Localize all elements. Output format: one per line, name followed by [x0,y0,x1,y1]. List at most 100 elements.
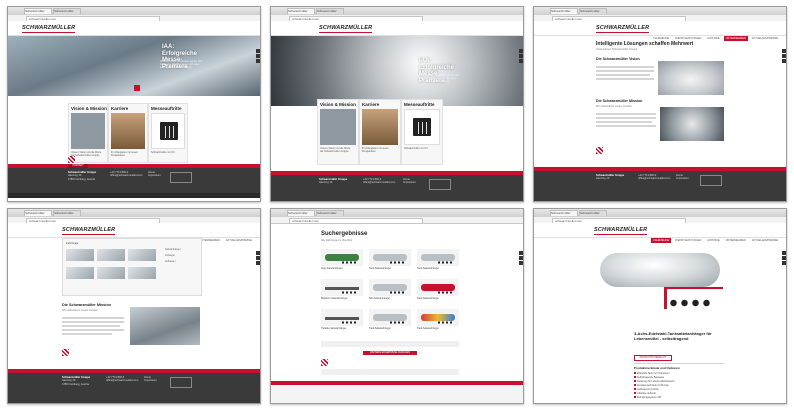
browser-tab[interactable]: Schwarzmüller [579,210,607,216]
result-label: Tank-Sattelanhänger [417,327,440,330]
tile-vision[interactable]: Vision & Mission Unsere Vision und die W… [68,103,108,163]
trailer-thumb[interactable] [97,249,125,261]
nav-aktuelles[interactable]: Aktuelles/Presse [750,36,780,41]
decor-stripe [62,349,69,356]
datasheet-button[interactable]: PRODUKTDATENBLATT [634,355,672,361]
side-share-icons[interactable] [256,49,260,64]
result-card[interactable]: Tank-Sattelanhänger [417,249,459,275]
page-title: Suchergebnisse [321,231,368,237]
hero-text: Schwarzmüller präsentiert auf der IAA za… [160,60,202,69]
menu-item[interactable]: Sattelanhänger [165,249,181,251]
schwarzmueller-logo[interactable]: SCHWARZMÜLLER [62,227,116,235]
hall-image [130,307,200,345]
nav-aktuelles[interactable]: Aktuelles/Presse [750,238,780,243]
wheel-image [71,113,105,149]
result-label: Plattform-Sattelanhänger [321,297,348,300]
trailer-thumb[interactable] [66,249,94,261]
menu-section-title: Fahrzeuge [66,242,79,245]
browser-window-product: Schwarzmüller Schwarzmüller schwarzmuelle… [533,208,787,404]
browser-tab[interactable]: Schwarzmüller [550,8,578,14]
footer: Schwarzmüller Gruppe Hanning 10 4785 Frein… [8,373,260,403]
result-label: Tank-Sattelanhänger [369,267,392,270]
result-card[interactable]: Tieflade-Sattelanhänger [321,309,363,335]
feature-item: Reinigungssystem CIP [634,396,661,399]
nav-unternehmen[interactable]: Unternehmen [723,36,748,41]
footer-email[interactable]: office@schwarzmueller.com [638,177,670,180]
tile-text: Schwarzmüller vor Ort [404,147,428,150]
side-share-icons[interactable] [519,49,523,64]
footer-address: Hanning 10 [319,181,333,185]
footer-address: Hanning 10 [596,177,610,181]
calendar-icon [151,113,185,149]
tank-trailer-image [594,243,726,323]
browser-tab[interactable]: Schwarzmüller [579,8,607,14]
result-label: Tank-Sattelanhänger [369,327,392,330]
wheel-image [320,109,356,145]
result-card[interactable]: Plattform-Sattelanhänger [321,279,363,305]
menu-item[interactable]: Aufbauten [165,261,175,263]
schwarzmueller-logo[interactable]: SCHWARZMÜLLER [22,25,76,33]
tile-text: Ihr Arbeitgeber mit neuen Perspektiven [111,151,138,157]
person-image [362,109,398,145]
browser-tab[interactable]: Schwarzmüller [287,8,315,14]
footer [271,385,523,403]
browser-tab[interactable]: Schwarzmüller [316,8,344,14]
trailer-thumb[interactable] [66,267,94,279]
more-results-button[interactable]: WEITERE ERGEBNISSE ANZEIGEN [363,351,417,355]
hero-text: Schwarzmüller präsentiert auf der IAA za… [417,74,459,83]
tile-title: Karriere [362,102,380,107]
tile-karriere[interactable]: Karriere Ihr Arbeitgeber mit neuen Persp… [359,99,401,165]
trailer-thumb[interactable] [128,267,156,279]
browser-tab[interactable]: Schwarzmüller [316,210,344,216]
tile-vision[interactable]: Vision & Mission Unsere Vision und die W… [317,99,359,165]
browser-tab[interactable]: Schwarzmüller [53,210,81,216]
trailer-thumb[interactable] [97,267,125,279]
result-card[interactable]: Tank-Sattelanhänger [369,309,411,335]
browser-tab[interactable]: Schwarzmüller [287,210,315,216]
result-card[interactable]: Tank-Sattelanhänger [417,309,459,335]
trailer-thumb[interactable] [128,249,156,261]
schwarzmueller-logo[interactable]: SCHWARZMÜLLER [594,227,648,235]
footer-link[interactable]: Impressum [403,181,416,184]
result-card[interactable]: Silo-Sattelanhänger [369,279,411,305]
menu-item[interactable]: Anhänger [165,255,175,257]
nav-historie[interactable]: Historie [705,36,721,41]
footer-link[interactable]: Impressum [676,177,689,180]
section-title: Produktmerkmale und Optionen [634,366,680,370]
schwarzmueller-logo[interactable]: SCHWARZMÜLLER [319,25,373,33]
decor-stripe [68,156,75,163]
side-share-icons[interactable] [782,251,786,266]
browser-tab[interactable]: Schwarzmüller [550,210,578,216]
wheel-image [658,61,724,95]
tile-messe[interactable]: Messeauftritte Schwarzmüller vor Ort [148,103,188,163]
footer-email[interactable]: office@schwarzmueller.com [106,379,138,382]
schwarzmueller-logo[interactable]: SCHWARZMÜLLER [596,25,650,33]
tile-title: Vision & Mission [320,102,356,107]
footer-link[interactable]: Impressum [148,174,161,177]
result-card[interactable]: Kipp-Sattelanhänger [321,249,363,275]
browser-tab[interactable]: Schwarzmüller [53,8,81,14]
result-card[interactable]: Tank-Sattelanhänger [417,279,459,305]
feature-item: Selbsttragende Bauweise [634,376,664,379]
side-share-icons[interactable] [256,251,260,266]
page-subtitle: Unternehmen Schwarzmüller Gruppe [596,48,638,51]
footer-email[interactable]: office@schwarzmueller.com [110,174,142,177]
browser-window-unternehmen: Schwarzmüller Schwarzmüller schwarzmuelle… [533,6,787,202]
browser-tab[interactable]: Schwarzmüller [24,8,52,14]
section-title: Die Schwarzmüller Mission [596,99,643,103]
result-card[interactable]: Tank-Sattelanhänger [369,249,411,275]
feature-item: Isolierung für Lebensmitteltransport [634,380,674,383]
side-share-icons[interactable] [782,49,786,64]
nav-aktuelles[interactable]: Aktuelles/Presse [224,238,254,243]
tile-karriere[interactable]: Karriere Ihr Arbeitgeber mit neuen Persp… [108,103,148,163]
footer-email[interactable]: office@schwarzmueller.com [363,181,395,184]
page-subtitle: Alle Fahrzeuge im Überblick [321,239,353,242]
tile-title: Messeauftritte [404,102,435,107]
nav-unternehmen[interactable]: Unternehmen [724,238,748,243]
footer-link[interactable]: Impressum [144,379,157,382]
side-share-icons[interactable] [519,251,523,266]
hero-arrow-button[interactable] [134,85,140,91]
browser-tab[interactable]: Schwarzmüller [24,210,52,216]
tile-messe[interactable]: Messeauftritte Schwarzmüller vor Ort [401,99,443,165]
product-title: 3-Achs-Edelstahl-Tanksattelanhänger für … [634,331,712,341]
